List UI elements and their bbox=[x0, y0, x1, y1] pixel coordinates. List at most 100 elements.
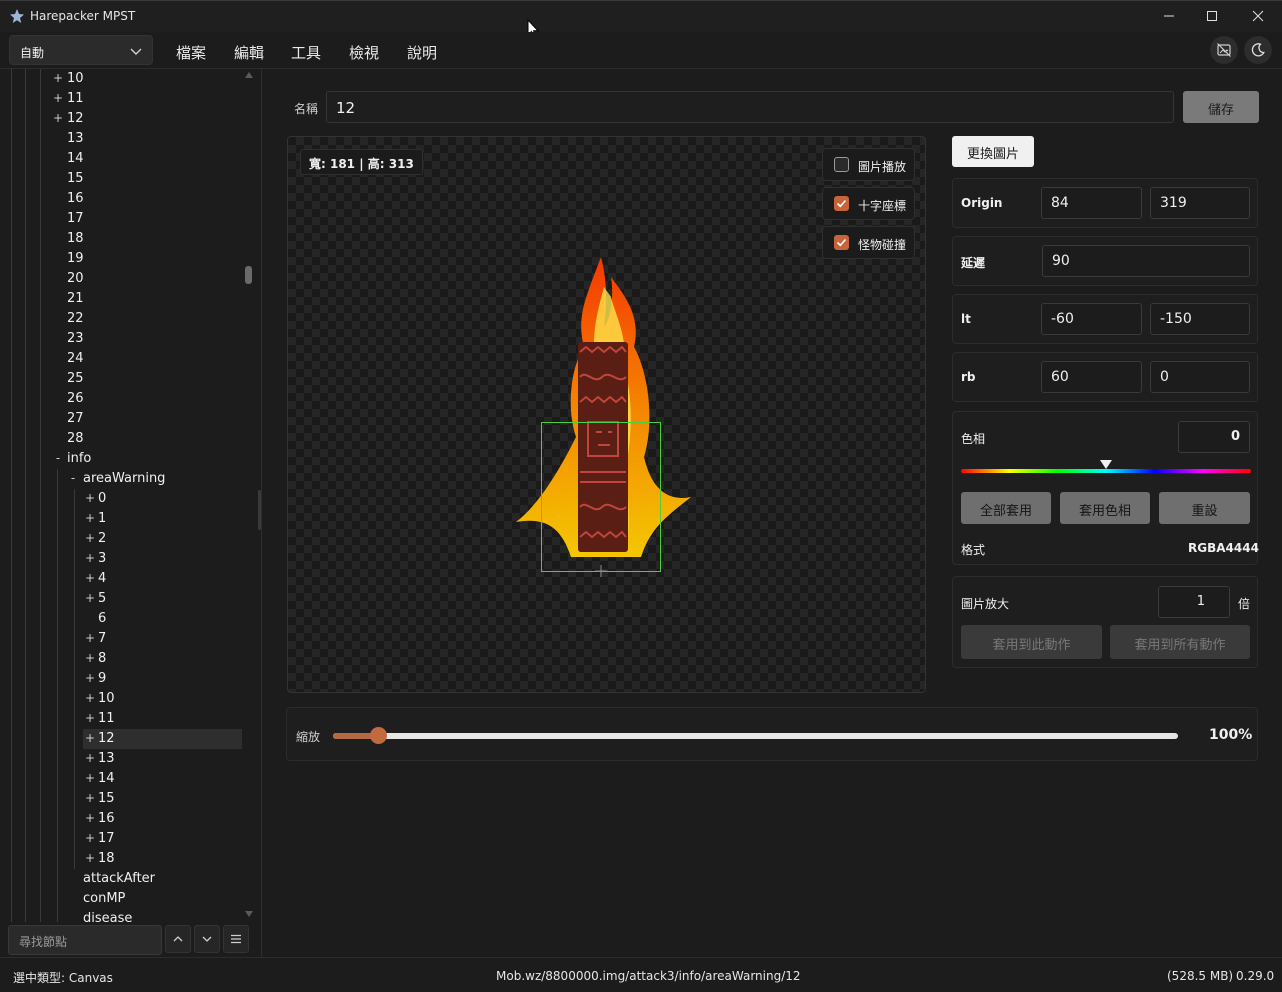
tree-scroll-thumb[interactable] bbox=[245, 266, 252, 284]
expand-icon[interactable]: + bbox=[85, 571, 95, 585]
tree-options-button[interactable] bbox=[223, 925, 249, 953]
tree-node[interactable]: 18 bbox=[0, 229, 242, 249]
close-button[interactable] bbox=[1235, 1, 1281, 31]
name-field[interactable]: 12 bbox=[326, 91, 1174, 123]
expand-icon[interactable]: + bbox=[85, 851, 95, 865]
scale-value-field[interactable]: 1 bbox=[1158, 586, 1230, 618]
expand-icon[interactable]: + bbox=[85, 831, 95, 845]
expand-icon[interactable]: + bbox=[85, 591, 95, 605]
tree-node[interactable]: +18 bbox=[0, 849, 242, 869]
apply-to-all-actions-button[interactable]: 套用到所有動作 bbox=[1110, 625, 1250, 659]
reset-button[interactable]: 重設 bbox=[1159, 492, 1250, 524]
tree-node[interactable]: 21 bbox=[0, 289, 242, 309]
tree-node[interactable]: 15 bbox=[0, 169, 242, 189]
hide-image-button[interactable] bbox=[1210, 36, 1238, 64]
collapse-icon[interactable]: - bbox=[53, 451, 63, 465]
tree-node[interactable]: 13 bbox=[0, 129, 242, 149]
hue-value-field[interactable]: 0 bbox=[1178, 421, 1250, 453]
menu-help[interactable]: 說明 bbox=[407, 42, 437, 63]
tree-node[interactable]: +14 bbox=[0, 769, 242, 789]
tree-node[interactable]: 24 bbox=[0, 349, 242, 369]
tree-node[interactable]: +10 bbox=[0, 69, 242, 89]
tree-node[interactable]: disease bbox=[0, 909, 242, 922]
tree-node[interactable]: attackAfter bbox=[0, 869, 242, 889]
apply-hue-button[interactable]: 套用色相 bbox=[1060, 492, 1150, 524]
apply-to-this-action-button[interactable]: 套用到此動作 bbox=[961, 625, 1102, 659]
tree-scrollbar[interactable] bbox=[243, 69, 255, 922]
tree-node[interactable]: +5 bbox=[0, 589, 242, 609]
expand-icon[interactable]: + bbox=[85, 691, 95, 705]
tree-node[interactable]: +0 bbox=[0, 489, 242, 509]
expand-icon[interactable]: + bbox=[85, 551, 95, 565]
change-image-button[interactable]: 更換圖片 bbox=[952, 136, 1034, 167]
origin-y-field[interactable]: 319 bbox=[1150, 187, 1250, 219]
tree-node[interactable]: 28 bbox=[0, 429, 242, 449]
tree-node[interactable]: +13 bbox=[0, 749, 242, 769]
tree-node[interactable]: 22 bbox=[0, 309, 242, 329]
tree-node[interactable]: +16 bbox=[0, 809, 242, 829]
tree-node[interactable]: 17 bbox=[0, 209, 242, 229]
tree-node[interactable]: +2 bbox=[0, 529, 242, 549]
tree-node[interactable]: +12 bbox=[83, 729, 242, 749]
maximize-button[interactable] bbox=[1189, 1, 1235, 31]
tree-node[interactable]: +11 bbox=[0, 89, 242, 109]
image-preview-canvas[interactable]: 寬: 181 | 高: 313 圖片播放 十字座標 怪物碰撞 bbox=[287, 136, 926, 693]
mode-dropdown[interactable]: 自動 bbox=[9, 35, 153, 65]
tree-node[interactable]: +12 bbox=[0, 109, 242, 129]
menu-tools[interactable]: 工具 bbox=[291, 42, 321, 63]
tree-node[interactable]: +10 bbox=[0, 689, 242, 709]
crosshair-checkbox[interactable]: 十字座標 bbox=[822, 187, 915, 220]
search-prev-button[interactable] bbox=[165, 925, 191, 953]
tree-node[interactable]: +9 bbox=[0, 669, 242, 689]
zoom-slider-thumb[interactable] bbox=[370, 727, 387, 744]
tree-node[interactable]: 14 bbox=[0, 149, 242, 169]
tree-node[interactable]: +3 bbox=[0, 549, 242, 569]
search-next-button[interactable] bbox=[194, 925, 220, 953]
tree-node[interactable]: +15 bbox=[0, 789, 242, 809]
tree-node[interactable]: 27 bbox=[0, 409, 242, 429]
tree-node[interactable]: +7 bbox=[0, 629, 242, 649]
expand-icon[interactable]: + bbox=[53, 91, 63, 105]
mob-collision-checkbox[interactable]: 怪物碰撞 bbox=[822, 226, 915, 259]
node-search-input[interactable]: 尋找節點 bbox=[8, 925, 162, 955]
tree-node[interactable]: 16 bbox=[0, 189, 242, 209]
expand-icon[interactable]: + bbox=[85, 531, 95, 545]
expand-icon[interactable]: + bbox=[85, 751, 95, 765]
zoom-slider[interactable] bbox=[333, 733, 1178, 739]
tree-node[interactable]: - areaWarning bbox=[0, 469, 242, 489]
menu-view[interactable]: 檢視 bbox=[349, 42, 379, 63]
rb-x-field[interactable]: 60 bbox=[1041, 361, 1142, 393]
minimize-button[interactable] bbox=[1146, 1, 1192, 31]
tree-node[interactable]: +4 bbox=[0, 569, 242, 589]
tree-node[interactable]: +8 bbox=[0, 649, 242, 669]
tree-node[interactable]: +11 bbox=[0, 709, 242, 729]
tree-node[interactable]: +1 bbox=[0, 509, 242, 529]
expand-icon[interactable]: + bbox=[85, 631, 95, 645]
tree-node[interactable]: conMP bbox=[0, 889, 242, 909]
tree-node[interactable]: 19 bbox=[0, 249, 242, 269]
save-button[interactable]: 儲存 bbox=[1183, 91, 1259, 123]
tree-node[interactable]: 25 bbox=[0, 369, 242, 389]
hue-slider-thumb[interactable] bbox=[1100, 460, 1112, 469]
menu-edit[interactable]: 編輯 bbox=[234, 42, 264, 63]
tree-node[interactable]: 20 bbox=[0, 269, 242, 289]
expand-icon[interactable]: + bbox=[53, 111, 63, 125]
collapse-icon[interactable]: - bbox=[68, 471, 78, 485]
apply-all-button[interactable]: 全部套用 bbox=[961, 492, 1051, 524]
expand-icon[interactable]: + bbox=[85, 711, 95, 725]
lt-x-field[interactable]: -60 bbox=[1041, 303, 1142, 335]
expand-icon[interactable]: + bbox=[85, 671, 95, 685]
tree-node[interactable]: +17 bbox=[0, 829, 242, 849]
expand-icon[interactable]: + bbox=[53, 71, 63, 85]
expand-icon[interactable]: + bbox=[85, 511, 95, 525]
expand-icon[interactable]: + bbox=[85, 491, 95, 505]
lt-y-field[interactable]: -150 bbox=[1150, 303, 1250, 335]
splitter-handle[interactable] bbox=[258, 490, 261, 530]
expand-icon[interactable]: + bbox=[85, 771, 95, 785]
expand-icon[interactable]: + bbox=[85, 791, 95, 805]
animate-checkbox[interactable]: 圖片播放 bbox=[822, 148, 915, 181]
dark-mode-button[interactable] bbox=[1244, 36, 1272, 64]
tree-node[interactable]: 23 bbox=[0, 329, 242, 349]
origin-x-field[interactable]: 84 bbox=[1041, 187, 1142, 219]
expand-icon[interactable]: + bbox=[85, 651, 95, 665]
